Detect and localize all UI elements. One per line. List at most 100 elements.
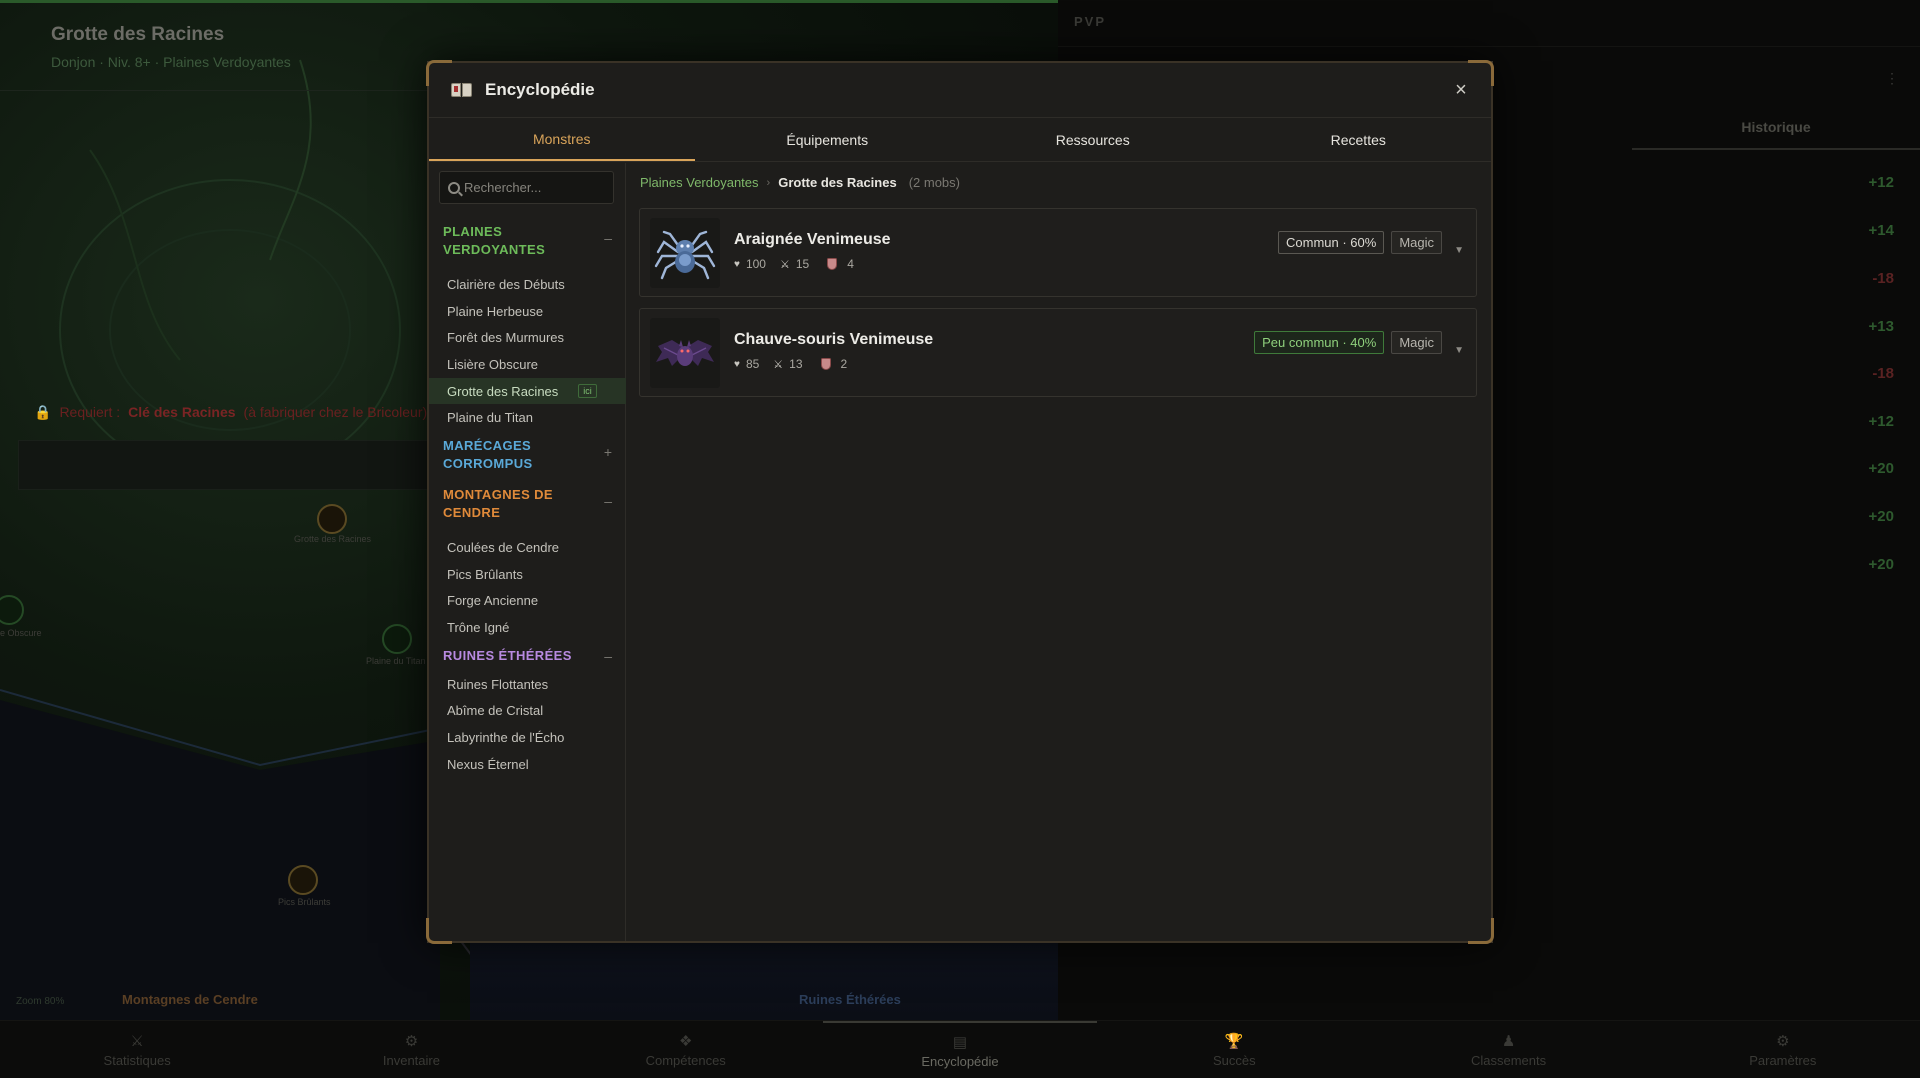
book-icon: ▤ [952, 1033, 968, 1051]
zone-item[interactable]: Forêt des Murmures [429, 324, 626, 351]
region-name: MONTAGNES DE CENDRE [443, 487, 554, 521]
region-list: PLAINES VERDOYANTES – Clairière des Débu… [429, 223, 626, 778]
map-node-pics[interactable] [288, 865, 318, 895]
rarity-badge: Commun · 60% [1278, 231, 1385, 254]
zone-item[interactable]: Forge Ancienne [429, 588, 626, 615]
mob-attack: 15 [795, 257, 810, 271]
history-score: -18 [1872, 365, 1894, 382]
dungeon-action-area [18, 440, 438, 490]
history-score: +14 [1868, 222, 1894, 239]
region-header-ruines[interactable]: RUINES ÉTHÉRÉES – [429, 641, 626, 671]
nav-label: Compétences [645, 1052, 726, 1068]
collapse-icon[interactable]: – [604, 647, 612, 665]
chevron-right-icon: › [766, 176, 771, 189]
map-node-label: e Obscure [0, 628, 42, 638]
history-score: +12 [1868, 413, 1894, 430]
mob-defense: 2 [840, 357, 848, 371]
nav-encyclopedie[interactable]: ▤ Encyclopédie [822, 1021, 1098, 1078]
zone-item[interactable]: Pics Brûlants [429, 561, 626, 588]
zone-item[interactable]: Coulées de Cendre [429, 534, 626, 561]
nav-classements[interactable]: ♟ Classements [1371, 1021, 1645, 1078]
expand-icon[interactable]: + [604, 443, 612, 461]
search-input[interactable] [464, 180, 604, 195]
ranking-icon: ♟ [1501, 1032, 1516, 1050]
region-header-montagnes[interactable]: MONTAGNES DE CENDRE – [429, 486, 626, 534]
modal-header: Encyclopédie × [429, 63, 1491, 118]
skills-icon: ❖ [678, 1032, 693, 1050]
nav-label: Statistiques [103, 1052, 171, 1068]
divider [1058, 46, 1920, 47]
chevron-down-icon[interactable]: ▼ [1454, 245, 1464, 256]
map-node-label: Grotte des Racines [294, 534, 372, 544]
current-location-badge: ici [578, 384, 597, 399]
mob-stats: ♥ 100 ⚔ 15 4 [734, 257, 854, 271]
map-node-titan[interactable] [382, 624, 412, 654]
collapse-icon[interactable]: – [604, 229, 612, 247]
mob-badges: Peu commun · 40% Magic [1254, 331, 1442, 354]
damage-type-badge: Magic [1391, 331, 1442, 354]
breadcrumb-zone: Grotte des Racines [778, 175, 897, 190]
history-score: +20 [1868, 508, 1894, 525]
tab-ressources[interactable]: Ressources [960, 118, 1226, 161]
map-node-label: Plaine du Titan [366, 656, 426, 666]
shield-icon [820, 358, 831, 370]
region-header-marecages[interactable]: MARÉCAGES CORROMPUS + [429, 437, 626, 486]
tab-monstres[interactable]: Monstres [429, 118, 695, 161]
zone-item[interactable]: Clairière des Débuts [429, 271, 626, 298]
shield-icon [827, 258, 838, 270]
zone-item[interactable]: Abîme de Cristal [429, 698, 626, 725]
history-score: +13 [1868, 318, 1894, 335]
zone-item[interactable]: Trône Igné [429, 614, 626, 641]
more-icon[interactable]: ⋮ [1885, 70, 1899, 87]
game-screen: Grotte des Racines Donjon · Niv. 8+ · Pl… [0, 0, 1920, 1078]
gear-icon: ⚙ [1776, 1032, 1790, 1050]
mob-attack: 13 [789, 357, 803, 371]
rarity-badge: Peu commun · 40% [1254, 331, 1385, 354]
book-icon [451, 82, 473, 98]
nav-statistiques[interactable]: ⚔ Statistiques [0, 1021, 274, 1078]
mob-name: Chauve-souris Venimeuse [734, 331, 934, 348]
damage-type-badge: Magic [1391, 231, 1442, 254]
zone-label: Grotte des Racines [447, 383, 559, 399]
mob-card[interactable]: Chauve-souris Venimeuse ♥ 85 ⚔ 13 2 Peu … [639, 308, 1477, 397]
zone-item[interactable]: Plaine du Titan [429, 404, 626, 431]
nav-succes[interactable]: 🏆 Succès [1097, 1021, 1371, 1078]
zoom-indicator: Zoom 80% [16, 996, 65, 1007]
chevron-down-icon[interactable]: ▼ [1454, 345, 1464, 356]
bag-icon: ⚙ [404, 1032, 419, 1050]
close-button[interactable]: × [1449, 78, 1473, 102]
nav-label: Classements [1470, 1052, 1547, 1068]
history-score: +20 [1868, 460, 1894, 477]
nav-competences[interactable]: ❖ Compétences [549, 1021, 823, 1078]
zone-item[interactable]: Lisière Obscure [429, 351, 626, 378]
zone-item[interactable]: Labyrinthe de l'Écho [429, 724, 626, 751]
requirement-suffix: (à fabriquer chez le Bricoleur) [243, 404, 428, 420]
breadcrumb-region[interactable]: Plaines Verdoyantes [640, 175, 759, 190]
tab-equipements[interactable]: Équipements [695, 118, 961, 161]
zone-item[interactable]: Ruines Flottantes [429, 671, 626, 698]
encyclopedia-modal: Encyclopédie × Monstres Équipements Ress… [426, 60, 1494, 944]
trophy-icon: 🏆 [1224, 1032, 1244, 1050]
nav-parametres[interactable]: ⚙ Paramètres [1646, 1021, 1920, 1078]
search-box [439, 171, 614, 204]
zone-item[interactable]: Plaine Herbeuse [429, 298, 626, 325]
nav-label: Succès [1212, 1052, 1256, 1068]
breadcrumb: Plaines Verdoyantes › Grotte des Racines… [640, 175, 960, 190]
mob-card[interactable]: Araignée Venimeuse ♥ 100 ⚔ 15 4 Commun ·… [639, 208, 1477, 297]
zone-item[interactable]: Nexus Éternel [429, 751, 626, 778]
bottom-nav: ⚔ Statistiques ⚙ Inventaire ❖ Compétence… [0, 1020, 1920, 1078]
region-name: PLAINES VERDOYANTES [443, 224, 546, 257]
collapse-icon[interactable]: – [604, 492, 612, 510]
nav-label: Inventaire [382, 1052, 440, 1068]
nav-inventaire[interactable]: ⚙ Inventaire [274, 1021, 548, 1078]
mob-stats: ♥ 85 ⚔ 13 2 [734, 357, 847, 371]
mob-hp: 100 [745, 257, 766, 271]
tab-historique[interactable]: Historique [1632, 106, 1920, 150]
sword-icon: ⚔ [779, 258, 790, 271]
tab-recettes[interactable]: Recettes [1226, 118, 1492, 161]
map-node-grotte[interactable] [317, 504, 347, 534]
zone-item-active[interactable]: Grotte des Racines ici [429, 377, 626, 405]
mob-count: (2 mobs) [908, 175, 960, 190]
region-header-plaines[interactable]: PLAINES VERDOYANTES – [429, 223, 626, 271]
nav-label: Paramètres [1749, 1052, 1817, 1068]
